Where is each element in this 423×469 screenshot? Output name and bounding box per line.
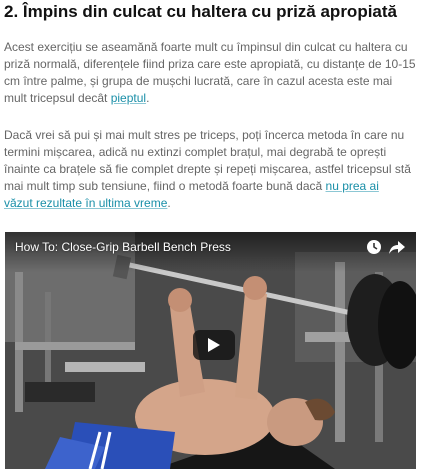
paragraph-text: mult tricepsul decât bbox=[4, 91, 111, 105]
paragraph-line-with-link: mult tricepsul decât pieptul. bbox=[4, 90, 416, 107]
results-link[interactable]: nu prea ai bbox=[326, 179, 379, 193]
results-link-continued[interactable]: văzut rezultate în ultima vreme bbox=[4, 196, 167, 210]
play-button[interactable] bbox=[193, 330, 235, 360]
paragraph-tip: Dacă vrei să pui și mai mult stres pe tr… bbox=[4, 127, 416, 212]
paragraph-intro: Acest exercițiu se aseamănă foarte mult … bbox=[4, 39, 416, 107]
chest-link[interactable]: pieptul bbox=[111, 91, 146, 105]
paragraph-punct: . bbox=[146, 91, 150, 105]
share-icon[interactable] bbox=[388, 238, 406, 256]
paragraph-line: Acest exercițiu se aseamănă foarte mult … bbox=[4, 40, 408, 54]
paragraph-line: Dacă vrei să pui și mai mult stres pe tr… bbox=[4, 128, 405, 142]
section-heading: 2. Împins din culcat cu haltera cu priză… bbox=[4, 2, 397, 21]
paragraph-line: cm între palme, și grupa de mușchi lucra… bbox=[4, 74, 393, 88]
video-embed[interactable]: How To: Close-Grip Barbell Bench Press bbox=[5, 232, 416, 469]
paragraph-line-with-link: văzut rezultate în ultima vreme. bbox=[4, 195, 416, 212]
paragraph-line: înainte ca brațele să fie complet drepte… bbox=[4, 162, 411, 176]
paragraph-line: priză normală, diferențele fiind priza c… bbox=[4, 57, 416, 71]
clock-icon[interactable] bbox=[365, 238, 383, 256]
video-title[interactable]: How To: Close-Grip Barbell Bench Press bbox=[15, 240, 231, 254]
paragraph-line: termini mișcarea, adică nu extinzi compl… bbox=[4, 145, 387, 159]
article: 2. Împins din culcat cu haltera cu priză… bbox=[0, 0, 423, 469]
play-icon bbox=[208, 338, 220, 352]
paragraph-text: mai mult timp sub tensiune, fiind o meto… bbox=[4, 179, 326, 193]
paragraph-punct: . bbox=[167, 196, 171, 210]
paragraph-line-with-link: mai mult timp sub tensiune, fiind o meto… bbox=[4, 178, 416, 195]
